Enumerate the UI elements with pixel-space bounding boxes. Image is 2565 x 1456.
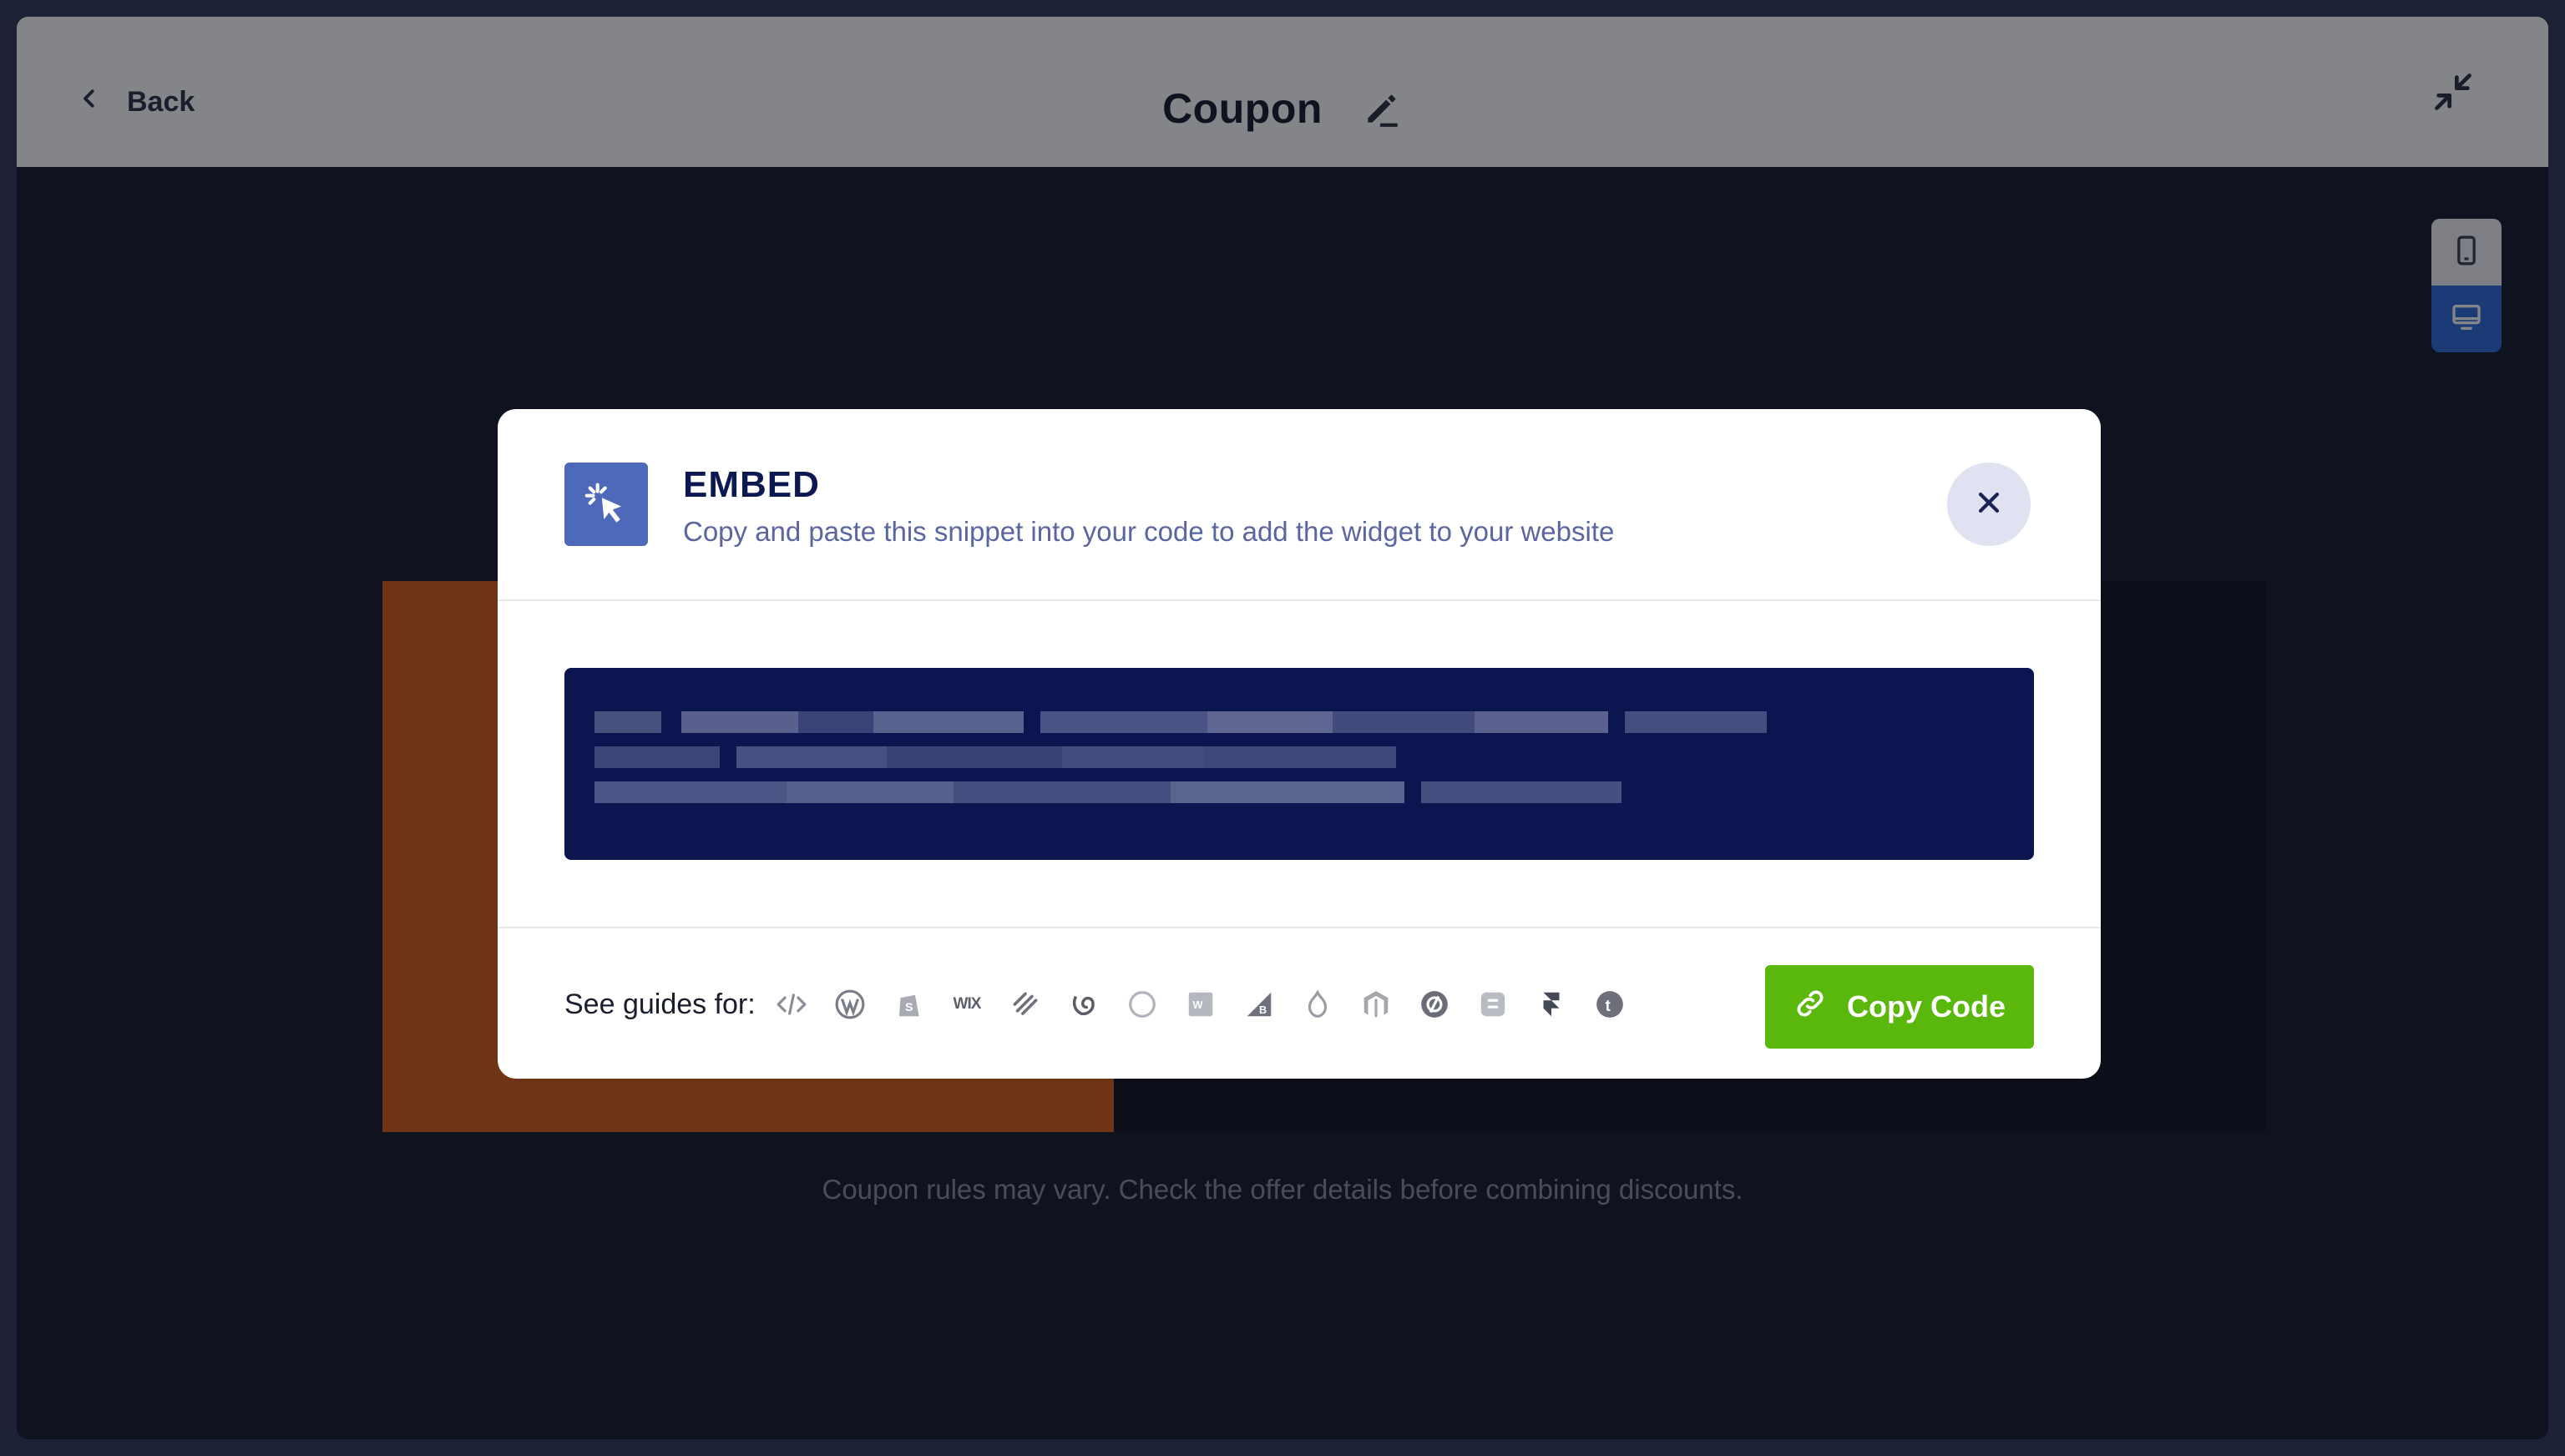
modal-subtitle: Copy and paste this snippet into your co… <box>683 516 1615 547</box>
svg-text:W: W <box>1193 999 1203 1011</box>
modal-footer: See guides for: S WIX W B t Copy Code <box>498 927 2101 1079</box>
redacted-code-line <box>594 781 1621 803</box>
drupal-icon[interactable] <box>1299 986 1336 1023</box>
weebly-icon[interactable]: W <box>1182 986 1219 1023</box>
copy-code-button[interactable]: Copy Code <box>1765 965 2034 1049</box>
platform-guides: S WIX W B t <box>773 983 1628 1025</box>
bigcommerce-icon[interactable]: B <box>1241 986 1277 1023</box>
magento-icon[interactable] <box>1358 986 1394 1023</box>
webflow-icon[interactable] <box>1065 986 1102 1023</box>
framer-icon[interactable] <box>1533 986 1570 1023</box>
blogger-icon[interactable] <box>1475 986 1511 1023</box>
link-icon <box>1793 987 1827 1028</box>
embed-modal: EMBED Copy and paste this snippet into y… <box>498 409 2101 1079</box>
squarespace-icon[interactable] <box>1007 986 1044 1023</box>
close-icon <box>1975 488 2003 521</box>
wix-label: WIX <box>953 995 982 1013</box>
embed-code-snippet[interactable] <box>564 668 2034 860</box>
circle-icon[interactable] <box>1124 986 1161 1023</box>
wordpress-icon[interactable] <box>832 986 868 1023</box>
redacted-code-line <box>594 746 1396 768</box>
redacted-code-line <box>594 711 1767 733</box>
html-code-icon[interactable] <box>773 986 810 1023</box>
close-button[interactable] <box>1947 463 2031 546</box>
cursor-click-icon <box>564 463 648 546</box>
svg-text:t: t <box>1605 998 1611 1015</box>
svg-text:B: B <box>1259 1004 1267 1016</box>
shopify-icon[interactable]: S <box>890 986 927 1023</box>
copy-code-label: Copy Code <box>1846 989 2006 1024</box>
app-frame: Back Coupon Coupon rul <box>17 17 2548 1439</box>
wix-icon[interactable]: WIX <box>949 986 985 1023</box>
odoo-icon[interactable] <box>1416 986 1453 1023</box>
modal-header: EMBED Copy and paste this snippet into y… <box>498 409 2101 601</box>
svg-text:S: S <box>905 1001 913 1014</box>
guides-label: See guides for: <box>564 988 756 1020</box>
tumblr-icon[interactable]: t <box>1591 986 1628 1023</box>
modal-title: EMBED <box>683 464 820 505</box>
